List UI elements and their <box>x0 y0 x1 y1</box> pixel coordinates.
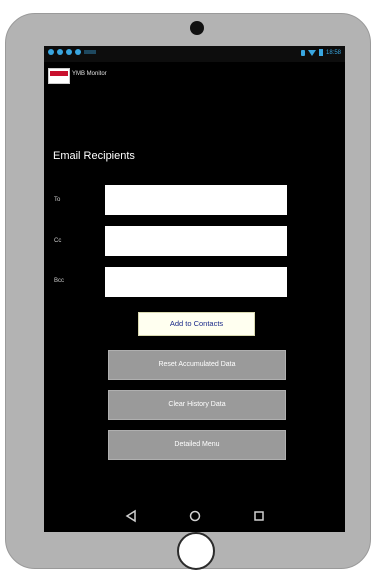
back-icon[interactable] <box>124 509 138 523</box>
notification-icon <box>75 49 81 55</box>
bcc-label: Bcc <box>54 278 65 284</box>
battery-icon <box>318 49 323 56</box>
to-input[interactable] <box>105 185 287 215</box>
detailed-menu-button[interactable]: Detailed Menu <box>108 430 286 460</box>
app-title: YMB Monitor <box>72 71 107 77</box>
android-nav-bar <box>44 501 345 532</box>
logo-red-strip <box>50 71 68 76</box>
app-logo <box>48 68 70 84</box>
front-camera <box>190 21 204 35</box>
bluetooth-icon <box>300 49 305 56</box>
bcc-input[interactable] <box>105 267 287 297</box>
add-to-contacts-button[interactable]: Add to Contacts <box>138 312 255 336</box>
wifi-icon <box>307 49 316 56</box>
notification-icon <box>66 49 72 55</box>
notification-icon <box>57 49 63 55</box>
email-recipients-title: Email Recipients <box>53 150 135 162</box>
recent-apps-icon[interactable] <box>252 509 266 523</box>
cc-label: Cc <box>54 238 62 244</box>
reset-accumulated-data-button[interactable]: Reset Accumulated Data <box>108 350 286 380</box>
app-bar: YMB Monitor <box>44 62 345 84</box>
cc-input[interactable] <box>105 226 287 256</box>
device-screen: 18:58 YMB Monitor Email Recipients To Cc… <box>44 46 345 532</box>
hardware-home-button[interactable] <box>177 532 215 570</box>
status-time: 18:58 <box>325 49 341 56</box>
status-bar: 18:58 <box>44 46 345 62</box>
home-circle-icon[interactable] <box>188 509 202 523</box>
status-bar-notifications <box>48 49 96 55</box>
notification-icon <box>48 49 54 55</box>
notification-strip-icon <box>84 50 96 54</box>
status-bar-system: 18:58 <box>300 49 341 56</box>
to-label: To <box>54 197 61 203</box>
clear-history-data-button[interactable]: Clear History Data <box>108 390 286 420</box>
